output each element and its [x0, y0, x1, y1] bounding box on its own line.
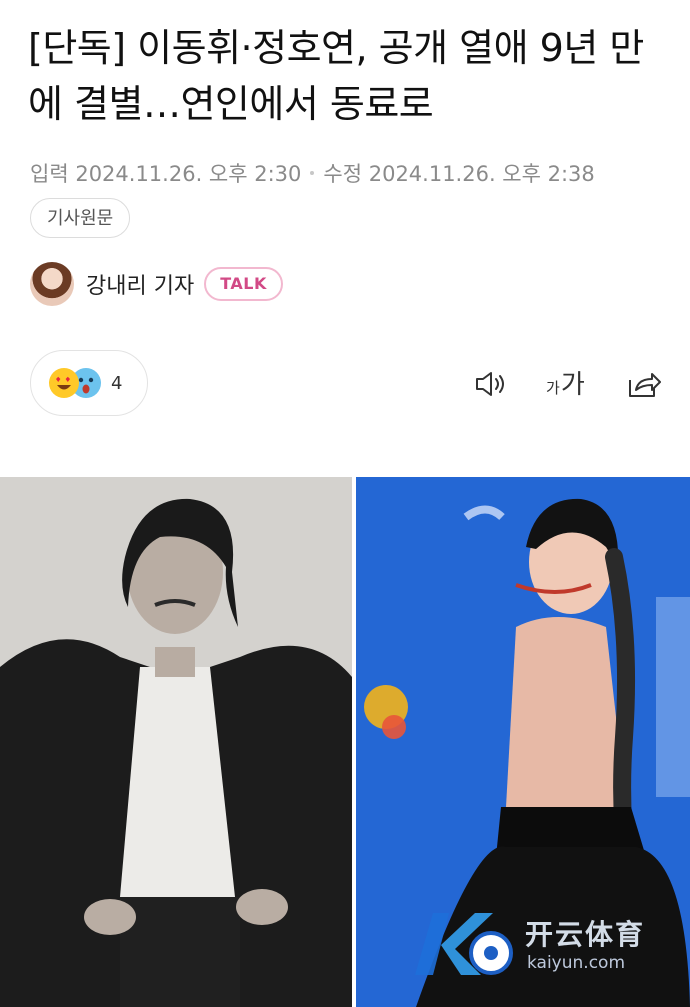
heart-eyes-emoji-icon: [49, 368, 79, 398]
kaiyun-logo-icon: [415, 913, 513, 975]
reporter-name[interactable]: 강내리 기자: [86, 268, 194, 300]
modified-label: 수정: [323, 162, 363, 186]
reporter-row: 강내리 기자 TALK: [30, 262, 283, 306]
input-time: 2024.11.26. 오후 2:30: [75, 162, 302, 186]
watermark-brand: 开云体育: [525, 918, 646, 951]
reaction-count: 4: [111, 372, 123, 394]
article-photo-left: [0, 477, 352, 1007]
reaction-button[interactable]: 4: [30, 350, 148, 416]
input-label: 입력: [30, 162, 69, 186]
watermark: 开云体育 kaiyun.com: [405, 905, 685, 985]
reporter-avatar[interactable]: [30, 262, 74, 306]
modified-time: 2024.11.26. 오후 2:38: [368, 162, 595, 186]
font-size-large-glyph: 가: [560, 370, 585, 400]
meta-separator: [310, 171, 315, 175]
article-headline: [단독] 이동휘·정호연, 공개 열애 9년 만에 결별…연인에서 동료로: [28, 26, 644, 126]
font-size-button[interactable]: 가가: [546, 364, 585, 401]
share-icon[interactable]: [626, 366, 662, 402]
article-meta: 입력 2024.11.26. 오후 2:30 수정 2024.11.26. 오후 …: [30, 158, 595, 188]
talk-button[interactable]: TALK: [204, 267, 283, 301]
watermark-sub: kaiyun.com: [527, 953, 626, 973]
speaker-icon[interactable]: [472, 366, 508, 402]
font-size-small-glyph: 가: [546, 379, 560, 397]
original-article-button[interactable]: 기사원문: [30, 198, 131, 238]
